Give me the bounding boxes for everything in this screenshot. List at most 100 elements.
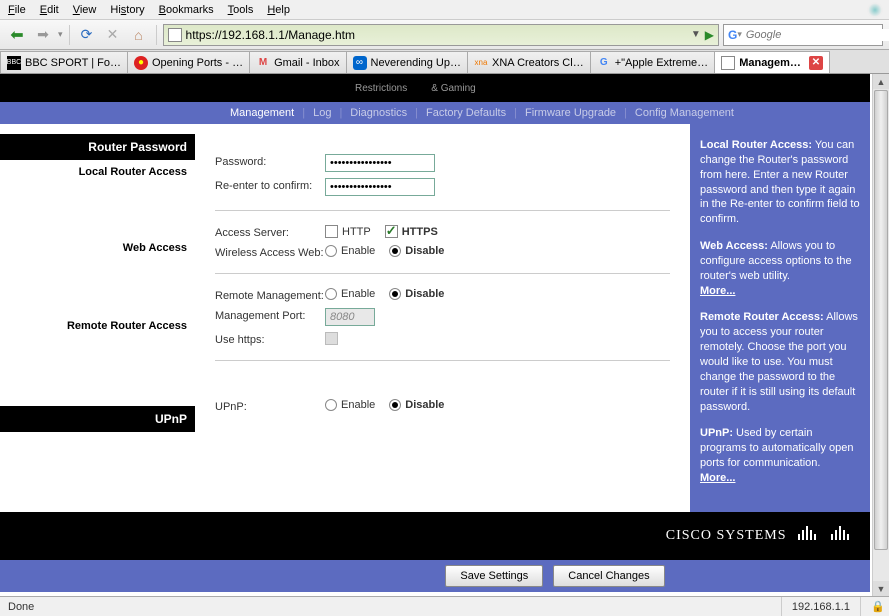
subnav-management[interactable]: Management	[230, 107, 294, 119]
browser-tabbar: BBCBBC SPORT | Fo… ● Opening Ports - … MG…	[0, 50, 889, 74]
subnav-firmware[interactable]: Firmware Upgrade	[525, 107, 616, 119]
subnav-factory[interactable]: Factory Defaults	[426, 107, 506, 119]
tab-gmail[interactable]: MGmail - Inbox	[249, 51, 346, 73]
page-favicon-icon	[168, 28, 182, 42]
tab-xna[interactable]: xna XNA Creators Cl…	[467, 51, 591, 73]
cisco-logo-icon	[797, 526, 851, 545]
remote-enable-radio[interactable]	[325, 288, 337, 300]
tab-label: +"Apple Extreme…	[615, 57, 708, 69]
browser-toolbar: ⬅ ➡ ▾ ⟳ ✕ ⌂ ▼ ▶ G ▾ 🔍	[0, 20, 889, 50]
search-box[interactable]: G ▾ 🔍	[723, 24, 883, 46]
google-icon: G	[728, 28, 737, 42]
tab-neverending[interactable]: ∞Neverending Up…	[346, 51, 469, 73]
password-input[interactable]	[325, 154, 435, 172]
subnav-log[interactable]: Log	[313, 107, 331, 119]
reload-button[interactable]: ⟳	[76, 24, 98, 46]
status-text: Done	[8, 601, 34, 613]
https-label: HTTPS	[402, 226, 438, 238]
use-https-checkbox	[325, 332, 338, 345]
tab-management[interactable]: Managem… ✕	[714, 51, 830, 73]
scroll-down-button[interactable]: ▼	[873, 581, 889, 596]
mgmt-port-label: Management Port:	[215, 308, 325, 322]
menu-history[interactable]: History	[110, 4, 144, 16]
nav-gaming[interactable]: & Gaming	[431, 83, 475, 94]
menu-tools[interactable]: Tools	[228, 4, 254, 16]
vertical-scrollbar[interactable]: ▲ ▼	[872, 74, 889, 596]
tab-label: Neverending Up…	[371, 57, 462, 69]
url-bar[interactable]: ▼ ▶	[163, 24, 719, 46]
url-dropdown-icon[interactable]: ▼	[691, 29, 701, 40]
subnav-config[interactable]: Config Management	[635, 107, 734, 119]
subnav-diagnostics[interactable]: Diagnostics	[350, 107, 407, 119]
section-upnp: UPnP	[0, 406, 195, 432]
section-web-access: Web Access	[0, 236, 195, 260]
scroll-up-button[interactable]: ▲	[873, 74, 889, 89]
tab-label: Opening Ports - …	[152, 57, 243, 69]
tab-label: BBC SPORT | Fo…	[25, 57, 121, 69]
upnp-label: UPnP:	[215, 399, 325, 413]
url-input[interactable]	[186, 28, 687, 42]
browser-menubar: File Edit View History Bookmarks Tools H…	[0, 0, 889, 20]
button-bar: Save Settings Cancel Changes	[0, 560, 870, 592]
menu-file[interactable]: File	[8, 4, 26, 16]
go-button[interactable]: ▶	[705, 28, 714, 42]
help-local-access-title: Local Router Access:	[700, 139, 812, 151]
page-viewport: Restrictions & Gaming Management| Log| D…	[0, 74, 889, 596]
tab-label: Managem…	[739, 57, 801, 69]
tab-label: XNA Creators Cl…	[492, 57, 584, 69]
form-area: Password: Re-enter to confirm: Access Se…	[195, 124, 690, 512]
mgmt-port-input	[325, 308, 375, 326]
menu-view[interactable]: View	[73, 4, 97, 16]
help-remote-access-text: Allows you to access your router remotel…	[700, 311, 858, 412]
password-label: Password:	[215, 154, 325, 168]
disable-label: Disable	[405, 399, 444, 411]
tab-opening-ports[interactable]: ● Opening Ports - …	[127, 51, 250, 73]
status-bar: Done 192.168.1.1 🔒	[0, 596, 889, 616]
scroll-thumb[interactable]	[874, 90, 888, 550]
cancel-changes-button[interactable]: Cancel Changes	[553, 565, 664, 587]
forward-button: ➡	[32, 24, 54, 46]
reenter-input[interactable]	[325, 178, 435, 196]
wireless-disable-radio[interactable]	[389, 245, 401, 257]
save-settings-button[interactable]: Save Settings	[445, 565, 543, 587]
history-dropdown-icon[interactable]: ▾	[58, 29, 63, 40]
menu-bookmarks[interactable]: Bookmarks	[159, 4, 214, 16]
help-upnp-title: UPnP:	[700, 427, 733, 439]
help-local-access-text: You can change the Router's password fro…	[700, 139, 860, 225]
stop-button: ✕	[102, 24, 124, 46]
https-checkbox[interactable]	[385, 225, 398, 238]
back-button[interactable]: ⬅	[6, 24, 28, 46]
http-checkbox[interactable]	[325, 225, 338, 238]
close-tab-button[interactable]: ✕	[809, 56, 823, 70]
left-sidebar: Router Password Local Router Access Web …	[0, 124, 195, 512]
tab-apple-extreme[interactable]: G+"Apple Extreme…	[590, 51, 715, 73]
tab-bbc[interactable]: BBCBBC SPORT | Fo…	[0, 51, 128, 73]
use-https-label: Use https:	[215, 332, 325, 346]
remote-mgmt-label: Remote Management:	[215, 288, 325, 302]
xna-favicon-icon: xna	[474, 56, 488, 70]
help-web-access-title: Web Access:	[700, 240, 768, 252]
more-link[interactable]: More...	[700, 285, 735, 297]
access-server-label: Access Server:	[215, 225, 325, 239]
search-input[interactable]	[742, 29, 889, 41]
http-label: HTTP	[342, 226, 371, 238]
page-favicon-icon	[721, 56, 735, 70]
upnp-enable-radio[interactable]	[325, 399, 337, 411]
enable-label: Enable	[341, 245, 375, 257]
upnp-disable-radio[interactable]	[389, 399, 401, 411]
section-router-password: Router Password	[0, 134, 195, 160]
wireless-enable-radio[interactable]	[325, 245, 337, 257]
menu-help[interactable]: Help	[267, 4, 290, 16]
help-panel: Local Router Access: You can change the …	[690, 124, 870, 512]
help-remote-access-title: Remote Router Access:	[700, 311, 824, 323]
disable-label: Disable	[405, 288, 444, 300]
mu-favicon-icon: ●	[134, 56, 148, 70]
menu-edit[interactable]: Edit	[40, 4, 59, 16]
remote-disable-radio[interactable]	[389, 288, 401, 300]
disable-label: Disable	[405, 245, 444, 257]
home-button[interactable]: ⌂	[128, 24, 150, 46]
enable-label: Enable	[341, 399, 375, 411]
enable-label: Enable	[341, 288, 375, 300]
more-link[interactable]: More...	[700, 472, 735, 484]
nav-restrictions[interactable]: Restrictions	[355, 83, 407, 94]
